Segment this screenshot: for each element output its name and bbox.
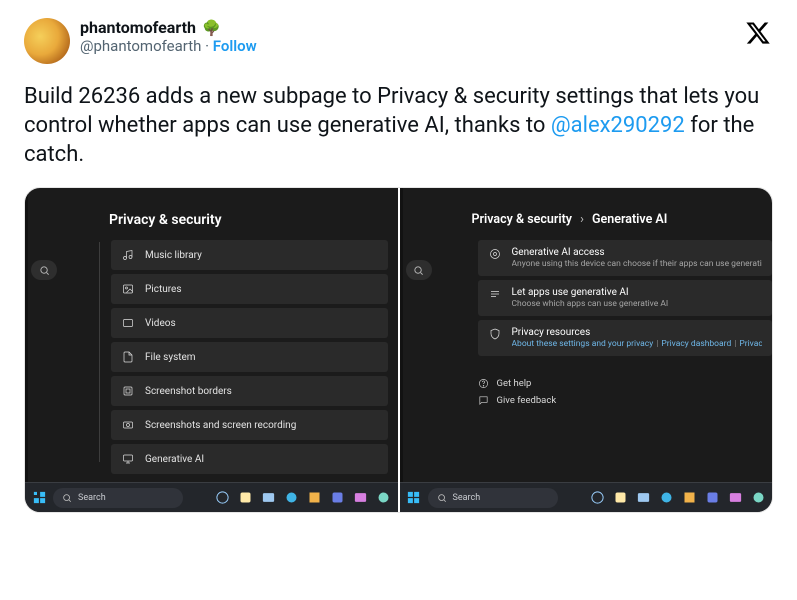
taskbar-icon[interactable] [353,490,369,506]
file-icon [121,351,135,363]
border-icon [121,385,135,397]
tweet-text: Build 26236 adds a new subpage to Privac… [24,82,773,169]
taskbar-search[interactable]: Search [53,488,183,508]
taskbar-pinned-icons [215,490,392,506]
search-pill[interactable] [406,260,432,280]
taskbar-icon[interactable] [376,490,392,506]
monitor-icon [121,453,135,465]
taskbar-icon[interactable] [658,490,674,506]
taskbar-search[interactable]: Search [428,488,558,508]
list-item[interactable]: Music library [111,240,388,270]
screenshot-right[interactable]: Privacy & security › Generative AI Gener… [400,188,773,512]
x-logo-icon[interactable] [745,20,771,50]
list-item-label: Pictures [145,284,182,295]
emoji-icon: 🌳 [202,19,221,37]
handle-line: @phantomofearth · Follow [80,37,257,55]
card-links: About these settings and your privacy|Pr… [512,339,763,349]
breadcrumb-leaf: Generative AI [592,212,667,227]
feedback-label: Give feedback [497,395,557,406]
taskbar-icon[interactable] [215,490,231,506]
display-name: phantomofearth [80,18,196,37]
taskbar-icon[interactable] [635,490,651,506]
help-links: Get help Give feedback [478,378,557,406]
taskbar[interactable]: Search [400,482,773,512]
taskbar-icon[interactable] [727,490,743,506]
nav-rail [25,188,28,482]
list-item[interactable]: Screenshot borders [111,376,388,406]
taskbar-icon[interactable] [612,490,628,506]
list-item-label: Screenshots and screen recording [145,420,296,431]
list-item[interactable]: File system [111,342,388,372]
list-item-label: Videos [145,318,176,329]
get-help-link[interactable]: Get help [478,378,557,389]
follow-link[interactable]: Follow [213,37,257,55]
video-icon [121,317,135,329]
privacy-link[interactable]: About these settings and your privacy [512,339,654,349]
taskbar-icon[interactable] [704,490,720,506]
privacy-link[interactable]: Privacy dashboard [661,339,731,349]
taskbar-icon[interactable] [750,490,766,506]
list-item[interactable]: Screenshots and screen recording [111,410,388,440]
start-icon[interactable] [406,490,422,506]
give-feedback-link[interactable]: Give feedback [478,395,557,406]
image-icon [121,283,135,295]
taskbar[interactable]: Search [25,482,398,512]
shield-icon [488,327,502,340]
settings-list: Music library Pictures Videos File syste… [111,240,388,474]
taskbar-icon[interactable] [284,490,300,506]
access-icon [488,247,502,260]
card-title: Let apps use generative AI [512,287,669,298]
display-name-row[interactable]: phantomofearth 🌳 [80,18,257,37]
list-item[interactable]: Generative AI [111,444,388,474]
taskbar-icon[interactable] [681,490,697,506]
settings-card[interactable]: Let apps use generative AI Choose which … [478,280,773,316]
avatar[interactable] [24,18,70,64]
list-item[interactable]: Pictures [111,274,388,304]
music-icon [121,249,135,261]
list-item-label: Music library [145,250,202,261]
card-subtitle: Choose which apps can use generative AI [512,299,669,309]
separator-dot: · [201,37,212,55]
screenshot-left[interactable]: Privacy & security Music library Picture… [25,188,398,512]
capture-icon [121,419,135,431]
settings-cards: Generative AI access Anyone using this d… [478,240,773,356]
toggle-list-icon [488,287,502,300]
card-title: Generative AI access [512,247,763,258]
help-label: Get help [497,378,532,389]
card-title: Privacy resources [512,327,763,338]
author-names: phantomofearth 🌳 @phantomofearth · Follo… [80,18,257,55]
taskbar-icon[interactable] [238,490,254,506]
taskbar-icon[interactable] [261,490,277,506]
list-item[interactable]: Videos [111,308,388,338]
taskbar-icon[interactable] [330,490,346,506]
list-item-label: File system [145,352,196,363]
taskbar-pinned-icons [589,490,766,506]
nav-rail [400,188,403,482]
taskbar-icon[interactable] [307,490,323,506]
taskbar-search-label: Search [78,493,106,503]
list-item-label: Generative AI [145,454,204,465]
divider-line [99,242,100,462]
settings-card[interactable]: Privacy resources About these settings a… [478,320,773,356]
privacy-link[interactable]: Privacy Statem [739,339,762,349]
breadcrumb-root[interactable]: Privacy & security [472,212,573,227]
page-title: Privacy & security [109,212,222,228]
handle[interactable]: @phantomofearth [80,37,201,55]
start-icon[interactable] [31,490,47,506]
list-item-label: Screenshot borders [145,386,232,397]
search-pill[interactable] [31,260,57,280]
taskbar-search-label: Search [453,493,481,503]
settings-card[interactable]: Generative AI access Anyone using this d… [478,240,773,276]
card-subtitle: Anyone using this device can choose if t… [512,259,763,269]
mention-link[interactable]: @alex290292 [551,113,685,138]
chevron-right-icon: › [580,212,584,227]
tweet-container: phantomofearth 🌳 @phantomofearth · Follo… [0,0,797,513]
media-gallery: Privacy & security Music library Picture… [24,187,773,513]
tweet-header: phantomofearth 🌳 @phantomofearth · Follo… [24,18,773,64]
taskbar-icon[interactable] [589,490,605,506]
breadcrumb: Privacy & security › Generative AI [472,212,668,227]
